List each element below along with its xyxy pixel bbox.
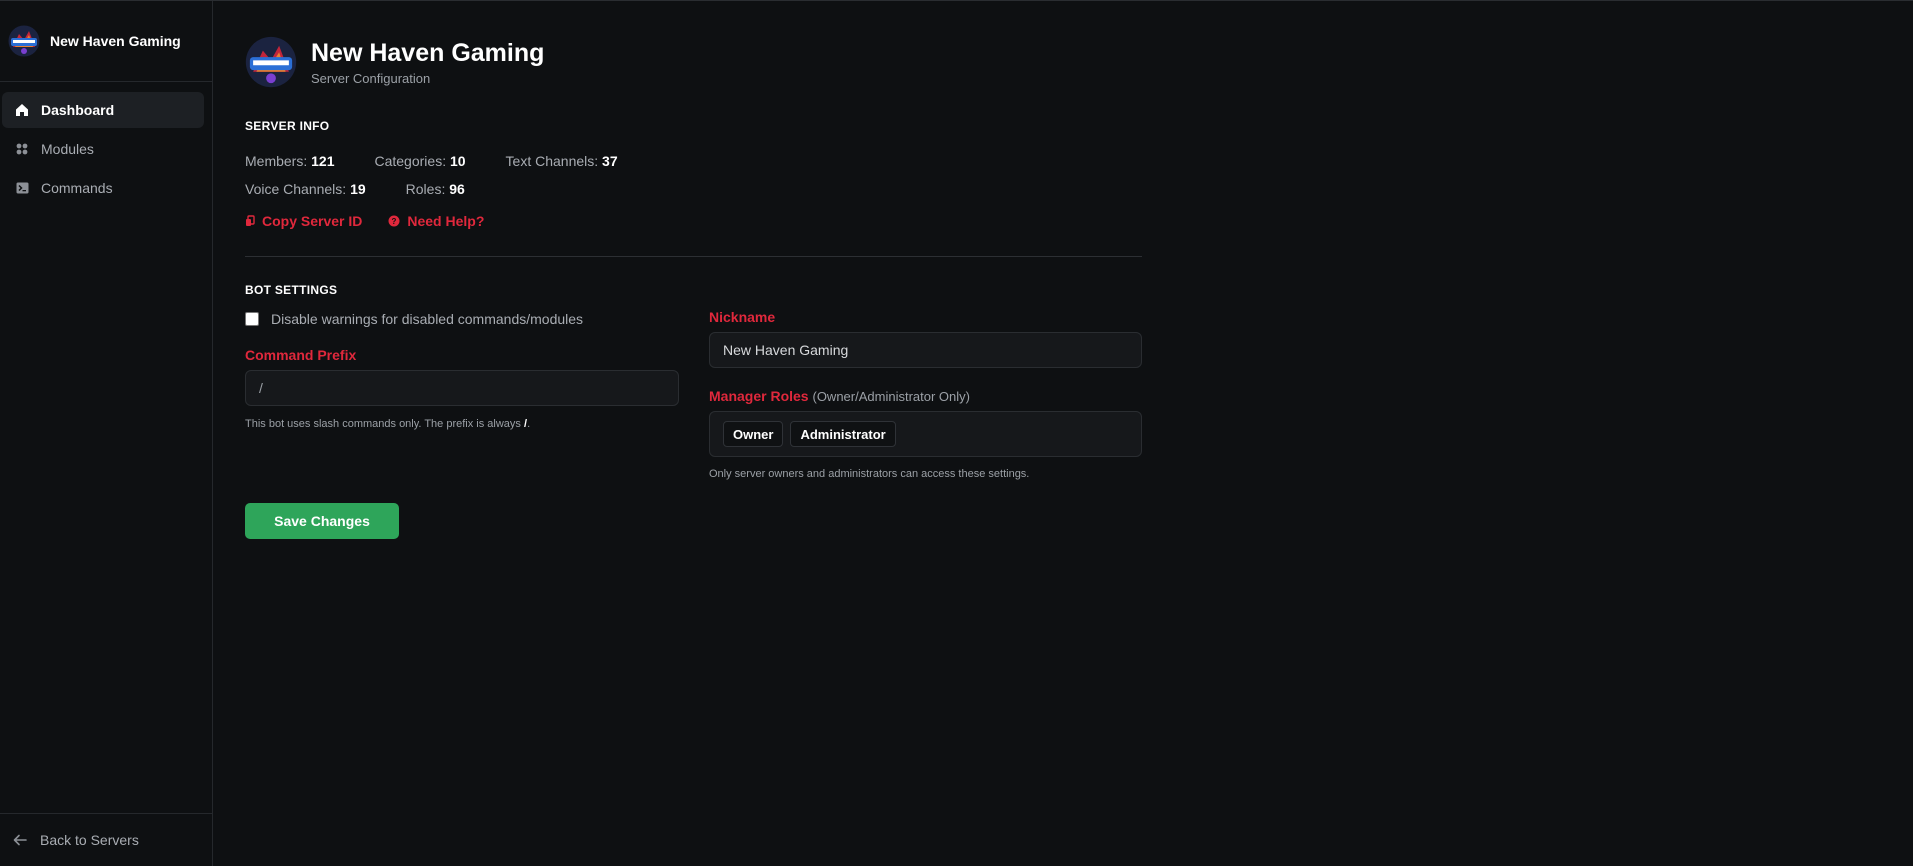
page-subtitle: Server Configuration xyxy=(311,71,431,86)
command-prefix-input[interactable] xyxy=(245,370,679,406)
settings-columns: Disable warnings for disabled commands/m… xyxy=(245,307,1142,480)
copy-server-id-button[interactable]: Copy Server ID xyxy=(245,213,362,229)
arrow-left-icon xyxy=(12,832,28,848)
sidebar-item-label: Modules xyxy=(41,141,94,157)
grid-icon xyxy=(14,141,30,157)
server-logo-icon xyxy=(245,36,297,88)
terminal-icon xyxy=(14,180,30,196)
nickname-input[interactable] xyxy=(709,332,1142,368)
manager-roles-field[interactable]: Owner Administrator xyxy=(709,411,1142,457)
header-text: New Haven Gaming Server Configuration xyxy=(311,38,544,86)
main-content: New Haven Gaming Server Configuration SE… xyxy=(245,33,1142,539)
stats-row: Members: 121 Categories: 10 Text Channel… xyxy=(245,147,1142,175)
role-chip-owner[interactable]: Owner xyxy=(723,421,784,447)
disable-warnings-checkbox[interactable] xyxy=(245,312,259,326)
copy-icon xyxy=(246,215,255,226)
nickname-label: Nickname xyxy=(709,309,776,325)
back-to-servers-link[interactable]: Back to Servers xyxy=(0,813,212,866)
page-header: New Haven Gaming Server Configuration xyxy=(245,33,1142,91)
server-links: Copy Server ID ? Need Help? xyxy=(245,207,1142,235)
stat-roles: Roles: 96 xyxy=(405,181,465,197)
sidebar-brand[interactable]: New Haven Gaming xyxy=(0,1,212,82)
sidebar-brand-name: New Haven Gaming xyxy=(50,33,181,49)
stat-text-channels: Text Channels: 37 xyxy=(505,153,618,169)
section-title: SERVER INFO xyxy=(245,119,330,133)
stats-row: Voice Channels: 19 Roles: 96 xyxy=(245,175,1142,203)
settings-left-column: Disable warnings for disabled commands/m… xyxy=(245,307,679,480)
command-prefix-label: Command Prefix xyxy=(245,347,357,363)
section-divider xyxy=(245,256,1142,257)
sidebar: New Haven Gaming Dashboard Modules Comma… xyxy=(0,1,213,866)
server-logo-icon xyxy=(8,25,40,57)
sidebar-item-label: Dashboard xyxy=(41,102,115,118)
stat-voice-channels: Voice Channels: 19 xyxy=(245,181,366,197)
question-circle-icon: ? xyxy=(388,215,400,227)
role-chip-administrator[interactable]: Administrator xyxy=(790,421,896,447)
home-icon xyxy=(14,102,30,118)
sidebar-item-modules[interactable]: Modules xyxy=(2,131,204,167)
settings-right-column: Nickname Manager Roles (Owner/Administra… xyxy=(709,307,1142,480)
sidebar-nav: Dashboard Modules Commands xyxy=(0,82,212,206)
section-title: BOT SETTINGS xyxy=(245,283,338,297)
roles-help-text: Only server owners and administrators ca… xyxy=(709,468,1030,480)
sidebar-item-label: Commands xyxy=(41,180,113,196)
back-to-servers-label: Back to Servers xyxy=(40,832,139,848)
stat-categories: Categories: 10 xyxy=(374,153,466,169)
page-title: New Haven Gaming xyxy=(311,39,545,67)
svg-text:?: ? xyxy=(392,217,397,226)
checkbox-label: Disable warnings for disabled commands/m… xyxy=(271,311,584,327)
sidebar-item-commands[interactable]: Commands xyxy=(2,170,204,206)
sidebar-item-dashboard[interactable]: Dashboard xyxy=(2,92,204,128)
server-info-section: SERVER INFO Members: 121 Categories: 10 … xyxy=(245,119,1142,235)
prefix-help-text: This bot uses slash commands only. The p… xyxy=(245,418,531,430)
bot-settings-section: BOT SETTINGS Disable warnings for disabl… xyxy=(245,283,1142,539)
server-stats: Members: 121 Categories: 10 Text Channel… xyxy=(245,147,1142,203)
disable-warnings-option[interactable]: Disable warnings for disabled commands/m… xyxy=(245,307,679,331)
need-help-link[interactable]: ? Need Help? xyxy=(388,213,484,229)
manager-roles-label: Manager Roles (Owner/Administrator Only) xyxy=(709,388,970,404)
save-changes-button[interactable]: Save Changes xyxy=(245,503,399,539)
stat-members: Members: 121 xyxy=(245,153,335,169)
app-window: New Haven Gaming Dashboard Modules Comma… xyxy=(0,0,1913,866)
